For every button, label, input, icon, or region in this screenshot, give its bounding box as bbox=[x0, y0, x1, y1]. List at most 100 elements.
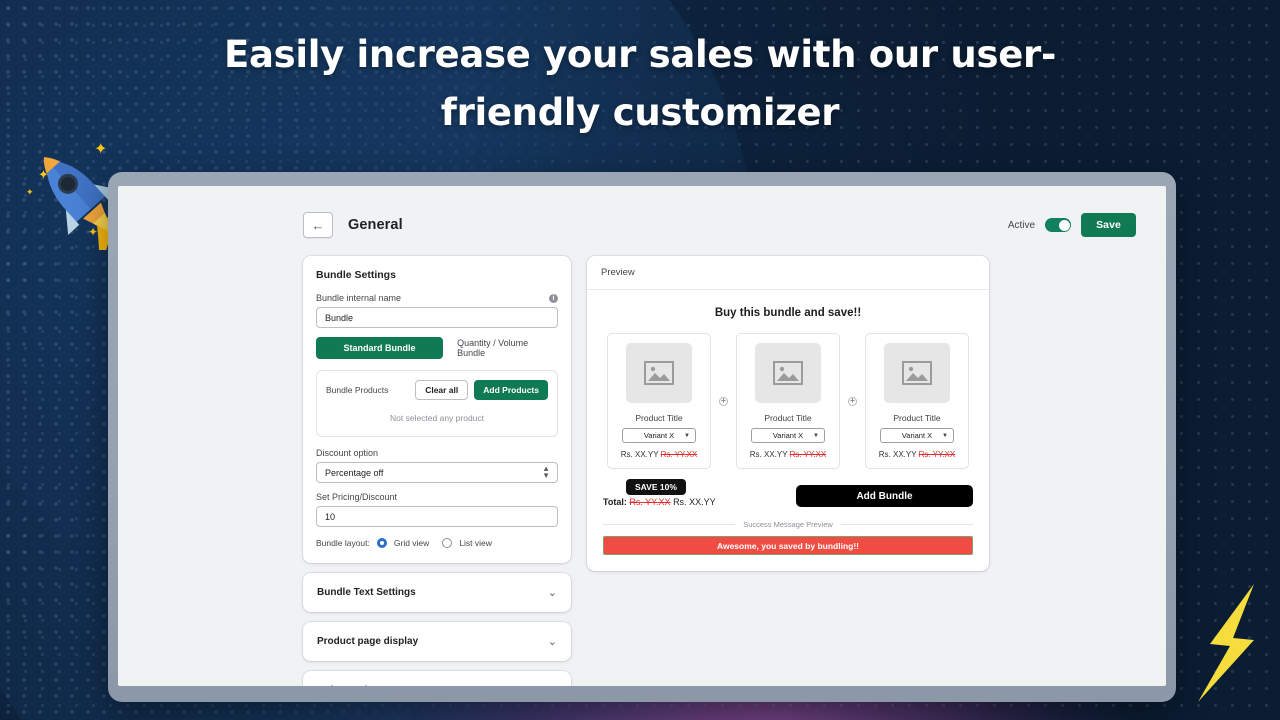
sparkle-icon: ✦ bbox=[38, 167, 49, 182]
bundle-layout-label: Bundle layout: bbox=[316, 538, 370, 548]
segment-quantity-volume-bundle[interactable]: Quantity / Volume Bundle bbox=[457, 338, 558, 358]
headline-line-2: friendly customizer bbox=[440, 91, 840, 135]
success-divider: Success Message Preview bbox=[603, 520, 973, 529]
product-compare-price: Rs. YY.XX bbox=[918, 450, 956, 459]
chevron-down-icon: ⌄ bbox=[547, 587, 557, 599]
product-price: Rs. XX.YY Rs. YY.XX bbox=[621, 450, 697, 459]
success-divider-label: Success Message Preview bbox=[743, 520, 833, 529]
sparkle-icon: ✦ bbox=[94, 141, 108, 158]
bundle-products-subcard: Bundle Products Clear all Add Products N… bbox=[316, 370, 558, 437]
product-price-value: Rs. XX.YY bbox=[878, 450, 917, 459]
product-compare-price: Rs. YY.XX bbox=[660, 450, 698, 459]
preview-column: Preview Buy this bundle and save!! Produ… bbox=[587, 256, 989, 571]
add-bundle-button[interactable]: Add Bundle bbox=[796, 485, 973, 507]
segment-standard-bundle[interactable]: Standard Bundle bbox=[316, 337, 444, 359]
device-frame: ← General Active Save Bundle Settings Bu… bbox=[108, 172, 1176, 702]
app-columns: Bundle Settings Bundle internal name i B… bbox=[303, 256, 1136, 686]
product-price-value: Rs. XX.YY bbox=[749, 450, 788, 459]
variant-select[interactable]: Variant X ▼ bbox=[622, 428, 696, 443]
product-title: Product Title bbox=[893, 413, 941, 423]
accordion-title: Bundle Text Settings bbox=[317, 587, 416, 598]
save-button[interactable]: Save bbox=[1081, 213, 1136, 237]
accordion-title: Product page display bbox=[317, 636, 419, 647]
settings-column: Bundle Settings Bundle internal name i B… bbox=[303, 256, 571, 686]
variant-select[interactable]: Variant X ▼ bbox=[751, 428, 825, 443]
product-price: Rs. XX.YY Rs. YY.XX bbox=[879, 450, 955, 459]
bundle-products-header: Bundle Products Clear all Add Products bbox=[326, 380, 548, 400]
pricing-discount-input[interactable]: 10 bbox=[316, 506, 558, 527]
page-headline: Easily increase your sales with our user… bbox=[0, 26, 1280, 143]
accordion-color-settings[interactable]: Color Settings ⌄ bbox=[303, 671, 571, 686]
radio-grid-view[interactable] bbox=[376, 538, 387, 548]
lightning-bolt-icon bbox=[1186, 578, 1270, 708]
bundle-settings-title: Bundle Settings bbox=[316, 269, 396, 281]
accordion-title: Color Settings bbox=[317, 685, 385, 686]
topbar-actions: Active Save bbox=[1008, 213, 1136, 237]
preview-product-row: Product Title Variant X ▼ Rs. XX.YY Rs. Y… bbox=[603, 333, 973, 469]
total-label: Total: bbox=[603, 497, 627, 507]
accordion-product-page-display[interactable]: Product page display ⌄ bbox=[303, 622, 571, 661]
internal-name-label-text: Bundle internal name bbox=[316, 293, 402, 303]
headline-line-1: Easily increase your sales with our user… bbox=[224, 33, 1056, 76]
variant-select[interactable]: Variant X ▼ bbox=[880, 428, 954, 443]
sparkle-icon: ✦ bbox=[88, 225, 99, 239]
active-toggle[interactable] bbox=[1045, 218, 1072, 232]
total-compare-price: Rs. YY.XX bbox=[629, 497, 671, 507]
add-products-button[interactable]: Add Products bbox=[474, 380, 548, 400]
plus-circle-icon: + bbox=[848, 396, 857, 406]
app-topbar: ← General Active Save bbox=[303, 208, 1136, 242]
page-title: General bbox=[348, 217, 403, 233]
info-icon[interactable]: i bbox=[549, 293, 558, 303]
save-badge: SAVE 10% bbox=[626, 479, 686, 495]
bundle-layout-row: Bundle layout: Grid view List view bbox=[316, 538, 558, 548]
product-price-value: Rs. XX.YY bbox=[620, 450, 659, 459]
device-screen: ← General Active Save Bundle Settings Bu… bbox=[118, 186, 1166, 686]
product-title: Product Title bbox=[764, 413, 812, 423]
variant-value: Variant X bbox=[772, 431, 804, 440]
image-placeholder-icon bbox=[755, 343, 821, 403]
product-card[interactable]: Product Title Variant X ▼ Rs. XX.YY Rs. Y… bbox=[607, 333, 711, 469]
preview-bundle-title: Buy this bundle and save!! bbox=[714, 307, 862, 319]
preview-card: Preview Buy this bundle and save!! Produ… bbox=[587, 256, 989, 571]
product-card[interactable]: Product Title Variant X ▼ Rs. XX.YY Rs. Y… bbox=[736, 333, 840, 469]
discount-option-value: Percentage off bbox=[325, 467, 384, 478]
discount-option-label: Discount option bbox=[316, 448, 379, 458]
success-message-banner: Awesome, you saved by bundling!! bbox=[603, 536, 973, 555]
accordion-bundle-text-settings[interactable]: Bundle Text Settings ⌄ bbox=[303, 573, 571, 612]
bundle-settings-card: Bundle Settings Bundle internal name i B… bbox=[303, 256, 571, 563]
chevron-down-icon: ▼ bbox=[813, 432, 819, 439]
variant-value: Variant X bbox=[643, 431, 675, 440]
discount-option-select[interactable]: Percentage off ▲ ▼ bbox=[316, 462, 558, 483]
bundle-products-title: Bundle Products bbox=[326, 385, 389, 395]
radio-list-view-label: List view bbox=[459, 538, 492, 548]
chevron-down-icon: ⌄ bbox=[547, 636, 557, 648]
internal-name-input[interactable]: Bundle bbox=[316, 307, 558, 328]
total-text: Total: Rs. YY.XX Rs. XX.YY bbox=[603, 497, 716, 507]
app-container: ← General Active Save Bundle Settings Bu… bbox=[118, 186, 1166, 686]
radio-list-view[interactable] bbox=[442, 538, 453, 548]
chevron-down-icon: ▼ bbox=[684, 432, 690, 439]
total-price: Rs. XX.YY bbox=[673, 497, 716, 507]
back-button[interactable]: ← bbox=[303, 212, 333, 238]
chevron-down-icon: ⌄ bbox=[548, 684, 557, 686]
plus-circle-icon: + bbox=[719, 396, 728, 406]
select-stepper-icon: ▲ ▼ bbox=[542, 464, 550, 480]
product-price: Rs. XX.YY Rs. YY.XX bbox=[750, 450, 826, 459]
arrow-left-icon: ← bbox=[311, 217, 325, 233]
variant-value: Variant X bbox=[901, 431, 933, 440]
chevron-down-icon: ▼ bbox=[942, 432, 948, 439]
clear-all-button[interactable]: Clear all bbox=[415, 380, 469, 400]
image-placeholder-icon bbox=[884, 343, 950, 403]
product-title: Product Title bbox=[635, 413, 683, 423]
bundle-products-actions: Clear all Add Products bbox=[415, 380, 548, 400]
bundle-type-segments: Standard Bundle Quantity / Volume Bundle bbox=[316, 337, 558, 359]
radio-grid-view-label: Grid view bbox=[393, 538, 430, 548]
product-card[interactable]: Product Title Variant X ▼ Rs. XX.YY Rs. Y… bbox=[865, 333, 969, 469]
bundle-settings-panel: Bundle Settings Bundle internal name i B… bbox=[303, 256, 571, 563]
preview-header: Preview bbox=[587, 256, 989, 290]
sparkle-icon: ✦ bbox=[26, 187, 34, 197]
product-compare-price: Rs. YY.XX bbox=[789, 450, 827, 459]
active-label: Active bbox=[1007, 219, 1036, 231]
total-block: SAVE 10% Total: Rs. YY.XX Rs. XX.YY bbox=[603, 479, 716, 507]
bundle-products-empty-text: Not selected any product bbox=[389, 413, 485, 423]
